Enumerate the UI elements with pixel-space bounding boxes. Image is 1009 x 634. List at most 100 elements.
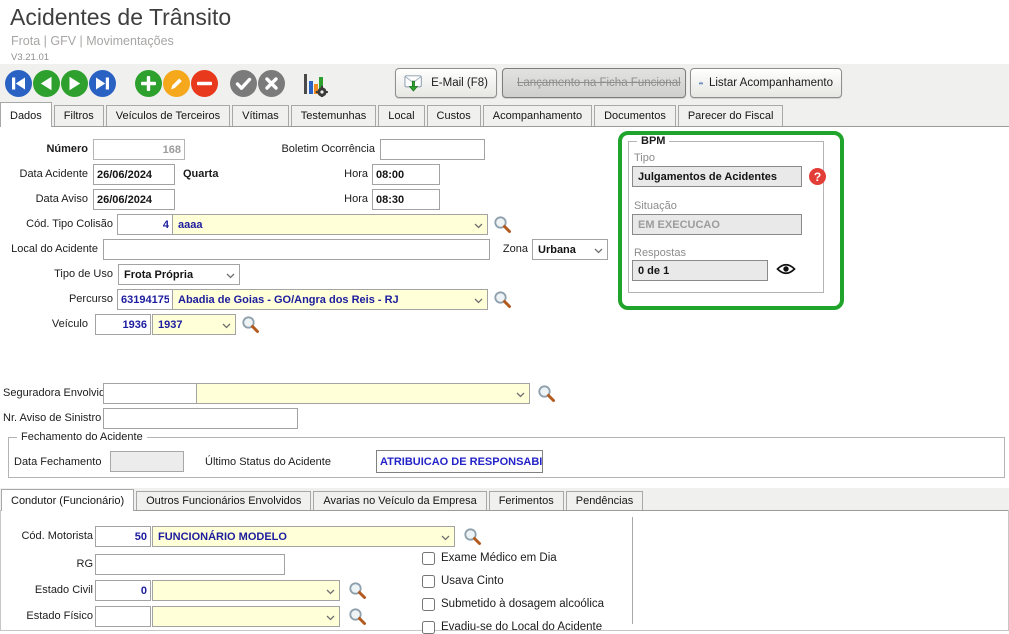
ficha-funcional-button[interactable]: Lançamento na Ficha Funcional (502, 68, 686, 98)
tab-filtros[interactable]: Filtros (54, 105, 104, 126)
chevron-down-icon (222, 323, 231, 329)
motorista-search-button[interactable] (463, 527, 482, 546)
seguradora-label: Seguradora Envolvida (3, 387, 98, 399)
estado-civil-search-button[interactable] (348, 581, 367, 600)
tab-condutor-funcionario[interactable]: Condutor (Funcionário) (1, 489, 134, 511)
tab-ferimentos[interactable]: Ferimentos (489, 491, 564, 510)
data-fechamento-field (110, 451, 184, 472)
bpm-respostas-label: Respostas (634, 247, 686, 259)
bpm-tipo-field: Julgamentos de Acidentes (632, 166, 802, 187)
last-record-button[interactable] (89, 70, 116, 97)
tab-veiculos-terceiros[interactable]: Veículos de Terceiros (106, 105, 230, 126)
add-record-button[interactable] (135, 70, 162, 97)
ficha-funcional-button-label: Lançamento na Ficha Funcional (517, 77, 681, 89)
dosagem-alcoolica-checkbox[interactable] (422, 598, 435, 611)
search-icon (493, 290, 512, 309)
numero-field[interactable] (93, 139, 185, 160)
tipo-colisao-combo[interactable]: aaaa (172, 214, 488, 235)
chevron-down-icon (326, 589, 335, 595)
email-button[interactable]: E-Mail (F8) (395, 68, 497, 98)
dosagem-alcoolica-checkbox-label: Submetido à dosagem alcoólica (441, 598, 604, 610)
tab-custos[interactable]: Custos (427, 105, 481, 126)
estado-fisico-search-button[interactable] (348, 607, 367, 626)
next-record-button[interactable] (61, 70, 88, 97)
veiculo-search-button[interactable] (241, 315, 260, 334)
weekday-label: Quarta (183, 168, 218, 180)
tab-pendencias[interactable]: Pendências (566, 491, 644, 510)
chevron-down-icon (326, 615, 335, 621)
evadiu-local-checkbox-label: Evadiu-se do Local do Acidente (441, 621, 602, 633)
help-icon[interactable]: ? (809, 168, 826, 185)
tab-local[interactable]: Local (378, 105, 424, 126)
previous-record-button[interactable] (33, 70, 60, 97)
chevron-down-icon (441, 535, 450, 541)
listar-acompanhamento-button-label: Listar Acompanhamento (709, 77, 833, 89)
percurso-code-field[interactable] (117, 289, 173, 310)
seguradora-combo[interactable] (196, 383, 530, 404)
estado-fisico-combo[interactable] (152, 606, 340, 627)
edit-pencil-icon (163, 70, 190, 97)
hora-aviso-field[interactable] (372, 189, 440, 210)
tab-vitimas[interactable]: Vítimas (232, 105, 289, 126)
veiculo-combo[interactable]: 1937 (152, 314, 236, 335)
zona-label: Zona (498, 243, 528, 255)
tab-acompanhamento[interactable]: Acompanhamento (483, 105, 592, 126)
breadcrumb: Frota | GFV | Movimentações (11, 34, 174, 48)
percurso-search-button[interactable] (493, 290, 512, 309)
chevron-down-icon (594, 248, 603, 254)
usava-cinto-checkbox-label: Usava Cinto (441, 575, 504, 587)
tipo-colisao-combo-value: aaaa (178, 219, 202, 231)
tipo-colisao-search-button[interactable] (493, 215, 512, 234)
bpm-situacao-label: Situação (634, 200, 677, 212)
chevron-down-icon (474, 298, 483, 304)
estado-fisico-label: Estado Físico (3, 610, 93, 622)
chart-settings-button[interactable] (302, 72, 328, 97)
tab-dados[interactable]: Dados (0, 102, 52, 127)
email-icon (404, 74, 425, 92)
chart-settings-icon (302, 72, 328, 97)
local-acidente-field[interactable] (103, 239, 490, 260)
exame-medico-checkbox[interactable] (422, 552, 435, 565)
seguradora-code-field[interactable] (103, 383, 197, 404)
estado-civil-code-field[interactable] (95, 580, 151, 601)
rg-field[interactable] (95, 554, 285, 575)
listar-acompanhamento-button[interactable]: Listar Acompanhamento (690, 68, 842, 98)
cod-motorista-code-field[interactable] (95, 526, 151, 547)
cancel-button[interactable] (258, 70, 285, 97)
motorista-combo[interactable]: FUNCIONÁRIO MODELO (152, 526, 455, 547)
tab-documentos[interactable]: Documentos (594, 105, 676, 126)
bpm-tipo-label: Tipo (634, 152, 655, 164)
estado-fisico-code-field[interactable] (95, 606, 151, 627)
local-acidente-label: Local do Acidente (3, 243, 98, 255)
data-aviso-field[interactable] (93, 189, 175, 210)
search-icon (537, 384, 556, 403)
aviso-sinistro-field[interactable] (103, 408, 298, 429)
percurso-combo[interactable]: Abadia de Goias - GO/Angra dos Reis - RJ (172, 289, 488, 310)
usava-cinto-checkbox[interactable] (422, 575, 435, 588)
tipo-uso-label: Tipo de Uso (3, 268, 113, 280)
first-record-button[interactable] (5, 70, 32, 97)
next-record-icon (61, 70, 88, 97)
data-acidente-field[interactable] (93, 164, 175, 185)
seguradora-search-button[interactable] (537, 384, 556, 403)
tipo-uso-select[interactable]: Frota Própria (118, 264, 240, 285)
hora-acidente-field[interactable] (372, 164, 440, 185)
confirm-button[interactable] (230, 70, 257, 97)
ultimo-status-label: Último Status do Acidente (205, 456, 331, 468)
percurso-label: Percurso (3, 293, 113, 305)
edit-record-button[interactable] (163, 70, 190, 97)
zona-select[interactable]: Urbana (532, 239, 608, 260)
tipo-colisao-code-field[interactable] (117, 214, 173, 235)
tab-parecer-fiscal[interactable]: Parecer do Fiscal (678, 105, 784, 126)
veiculo-code-field[interactable] (95, 314, 151, 335)
tab-testemunhas[interactable]: Testemunhas (291, 105, 376, 126)
view-respostas-button[interactable] (776, 262, 796, 276)
estado-civil-combo[interactable] (152, 580, 340, 601)
tab-avarias-veiculo[interactable]: Avarias no Veículo da Empresa (313, 491, 486, 510)
tab-outros-funcionarios[interactable]: Outros Funcionários Envolvidos (136, 491, 311, 510)
boletim-field[interactable] (380, 139, 485, 160)
app-window: { "header": { "title": "Acidentes de Trâ… (0, 0, 1009, 634)
evadiu-local-checkbox[interactable] (422, 621, 435, 634)
delete-record-button[interactable] (191, 70, 218, 97)
search-icon (348, 607, 367, 626)
